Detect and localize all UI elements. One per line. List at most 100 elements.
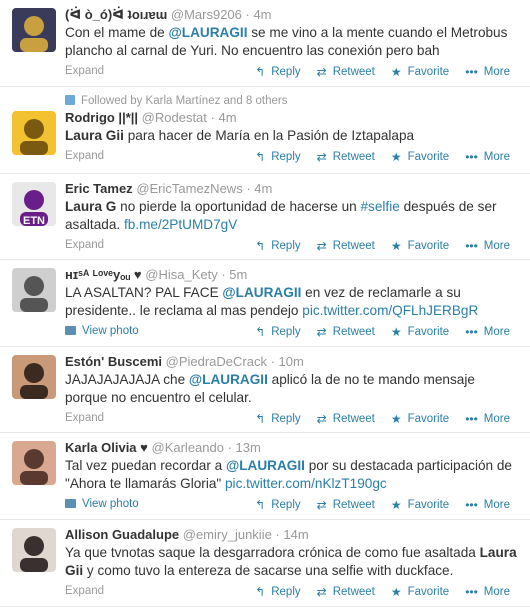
favorite-button[interactable]: ★ Favorite	[391, 585, 449, 599]
view-photo-label: View photo	[82, 325, 139, 337]
user-name[interactable]: Estón' Buscemi	[65, 354, 162, 369]
expand-link[interactable]: Expand	[65, 150, 104, 162]
tweet-actions: ↰ Reply ⇄ Retweet ★ Favorite ••• More	[239, 585, 510, 599]
more-icon: •••	[465, 498, 478, 512]
more-button[interactable]: ••• More	[465, 412, 510, 426]
favorite-label: Favorite	[407, 240, 450, 252]
photo-icon	[65, 326, 76, 335]
user-name[interactable]: (ᐛ ò_ó)ᐛ ʇoıɹɐɯ	[65, 7, 167, 22]
favorite-button[interactable]: ★ Favorite	[391, 150, 449, 164]
tweet-item[interactable]: (ᐛ ò_ó)ᐛ ʇoıɹɐɯ @Mars9206 · 4m Con el mam…	[0, 0, 530, 87]
user-handle[interactable]: @Karleando	[152, 440, 224, 455]
timestamp[interactable]: 4m	[253, 7, 271, 22]
favorite-label: Favorite	[407, 326, 450, 338]
tweet-footer: Expand ↰ Reply ⇄ Retweet ★ Favorite ••• More	[65, 410, 520, 430]
more-button[interactable]: ••• More	[465, 239, 510, 253]
reply-label: Reply	[271, 151, 301, 163]
tweet-item[interactable]: Allison Guadalupe @emiry_junkiie · 14m Ya…	[0, 520, 530, 607]
user-name[interactable]: Karla Olivia ♥	[65, 440, 148, 455]
favorite-button[interactable]: ★ Favorite	[391, 65, 449, 79]
followed-by-context: Followed by Karla Martínez and 8 others	[65, 93, 520, 109]
avatar[interactable]	[12, 441, 56, 485]
expand-link[interactable]: Expand	[65, 585, 104, 597]
view-photo-link[interactable]: View photo	[65, 498, 139, 510]
mention-link[interactable]: @LAURAGII	[189, 372, 268, 387]
mention-link[interactable]: @LAURAGII	[226, 458, 305, 473]
reply-button[interactable]: ↰ Reply	[255, 585, 300, 599]
link[interactable]: fb.me/2PtUMD7gV	[124, 217, 237, 232]
user-handle[interactable]: @emiry_junkiie	[183, 527, 272, 542]
user-name[interactable]: Allison Guadalupe	[65, 527, 179, 542]
timestamp[interactable]: 10m	[279, 354, 304, 369]
tweet-item[interactable]: Estón' Buscemi @PiedraDeCrack · 10m JAJAJ…	[0, 347, 530, 433]
more-button[interactable]: ••• More	[465, 150, 510, 164]
tweet-item[interactable]: ʜɪˢᴬ ᴸᵒᵛᵉyₒᵤ ♥ @Hisa_Kety · 5m LA ASALTAN…	[0, 260, 530, 347]
avatar[interactable]	[12, 268, 56, 312]
tweet-text: Laura G no pierde la oportunidad de hace…	[65, 198, 520, 234]
retweet-button[interactable]: ⇄ Retweet	[317, 585, 375, 599]
user-handle[interactable]: @Mars9206	[171, 7, 242, 22]
reply-button[interactable]: ↰ Reply	[255, 498, 300, 512]
retweet-label: Retweet	[332, 240, 375, 252]
reply-button[interactable]: ↰ Reply	[255, 325, 300, 339]
user-handle[interactable]: @Hisa_Kety	[145, 267, 217, 282]
more-label: More	[483, 413, 510, 425]
tweet-item[interactable]: ETN Eric Tamez @EricTamezNews · 4m Laura G…	[0, 174, 530, 260]
reply-button[interactable]: ↰ Reply	[255, 412, 300, 426]
expand-link[interactable]: Expand	[65, 412, 104, 424]
more-button[interactable]: ••• More	[465, 65, 510, 79]
separator: ·	[217, 267, 230, 282]
user-handle[interactable]: @EricTamezNews	[136, 181, 242, 196]
avatar[interactable]	[12, 8, 56, 52]
link[interactable]: #selfie	[361, 199, 400, 214]
more-label: More	[483, 240, 510, 252]
retweet-button[interactable]: ⇄ Retweet	[317, 498, 375, 512]
retweet-button[interactable]: ⇄ Retweet	[317, 65, 375, 79]
avatar[interactable]	[12, 355, 56, 399]
timestamp[interactable]: 4m	[254, 181, 272, 196]
mention-link[interactable]: @LAURAGII	[169, 25, 248, 40]
link[interactable]: pic.twitter.com/QFLhJERBgR	[302, 303, 478, 318]
user-name[interactable]: Eric Tamez	[65, 181, 133, 196]
user-name[interactable]: ʜɪˢᴬ ᴸᵒᵛᵉyₒᵤ ♥	[65, 267, 142, 282]
more-label: More	[483, 326, 510, 338]
more-icon: •••	[465, 239, 478, 253]
expand-link[interactable]: Expand	[65, 239, 104, 251]
avatar[interactable]	[12, 111, 56, 155]
link[interactable]: pic.twitter.com/nKlzT190gc	[225, 476, 387, 491]
tweet-item[interactable]: Karla Olivia ♥ @Karleando · 13m Tal vez p…	[0, 433, 530, 520]
favorite-button[interactable]: ★ Favorite	[391, 412, 449, 426]
more-button[interactable]: ••• More	[465, 325, 510, 339]
retweet-button[interactable]: ⇄ Retweet	[317, 412, 375, 426]
tweet-item[interactable]: Followed by Karla Martínez and 8 others R…	[0, 87, 530, 174]
retweet-button[interactable]: ⇄ Retweet	[317, 150, 375, 164]
reply-button[interactable]: ↰ Reply	[255, 65, 300, 79]
favorite-label: Favorite	[407, 413, 450, 425]
avatar[interactable]: ETN	[12, 182, 56, 226]
view-photo-link[interactable]: View photo	[65, 325, 139, 337]
separator: ·	[242, 181, 255, 196]
user-name[interactable]: Rodrigo ||*||	[65, 110, 138, 125]
expand-link[interactable]: Expand	[65, 65, 104, 77]
favorite-button[interactable]: ★ Favorite	[391, 498, 449, 512]
retweet-button[interactable]: ⇄ Retweet	[317, 325, 375, 339]
timestamp[interactable]: 5m	[229, 267, 247, 282]
favorite-button[interactable]: ★ Favorite	[391, 239, 449, 253]
more-button[interactable]: ••• More	[465, 585, 510, 599]
timestamp[interactable]: 13m	[236, 440, 261, 455]
reply-button[interactable]: ↰ Reply	[255, 239, 300, 253]
mention-link[interactable]: @LAURAGII	[222, 285, 301, 300]
user-handle[interactable]: @PiedraDeCrack	[166, 354, 267, 369]
favorite-button[interactable]: ★ Favorite	[391, 325, 449, 339]
timestamp[interactable]: 4m	[218, 110, 236, 125]
more-button[interactable]: ••• More	[465, 498, 510, 512]
retweet-button[interactable]: ⇄ Retweet	[317, 239, 375, 253]
avatar[interactable]	[12, 528, 56, 572]
user-handle[interactable]: @Rodestat	[142, 110, 207, 125]
timestamp[interactable]: 14m	[283, 527, 308, 542]
tweet-footer: View photo ↰ Reply ⇄ Retweet ★ Favorite ••• More	[65, 323, 520, 343]
retweet-icon: ⇄	[316, 498, 327, 512]
reply-button[interactable]: ↰ Reply	[255, 150, 300, 164]
text-segment: no pierde la oportunidad de hacerse un	[116, 199, 361, 214]
tweet-footer: Expand ↰ Reply ⇄ Retweet ★ Favorite ••• More	[65, 63, 520, 83]
